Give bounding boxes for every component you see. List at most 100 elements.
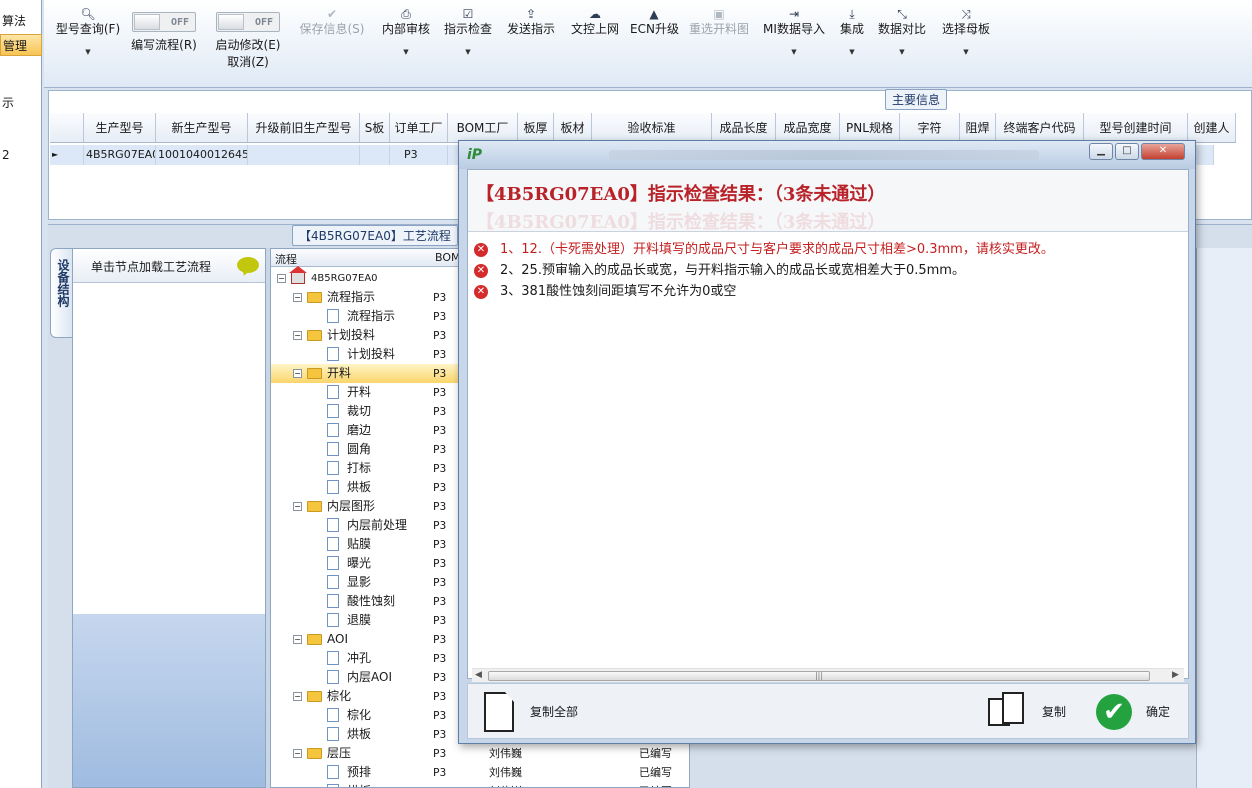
document-icon — [327, 670, 339, 684]
tree-node[interactable]: 预排 P3 刘伟巍 已编写 — [271, 763, 689, 782]
col-product-width[interactable]: 成品宽度 — [776, 113, 840, 142]
folder-icon — [307, 330, 322, 341]
cell-old-production-model[interactable] — [248, 145, 360, 165]
internal-review-button[interactable]: ⎙ 内部审核 ▼ — [378, 6, 434, 60]
col-s-board[interactable]: S板 — [360, 113, 390, 142]
scroll-left-arrow-icon[interactable]: ◀ — [475, 670, 482, 680]
select-all-corner[interactable] — [50, 113, 84, 142]
col-product-length[interactable]: 成品长度 — [712, 113, 776, 142]
document-icon — [327, 347, 339, 361]
nav-item-2[interactable]: 2 — [0, 144, 42, 166]
tree-node-label: 烘板 — [347, 782, 371, 787]
tree-node-bom: P3 — [433, 671, 447, 684]
write-process-toggle[interactable]: OFF 编写流程(R) — [128, 12, 200, 53]
document-icon — [327, 613, 339, 627]
maximize-button[interactable]: □ — [1115, 143, 1139, 160]
col-production-model[interactable]: 生产型号 — [84, 113, 156, 142]
mi-data-import-button[interactable]: ⇥ MI数据导入 ▼ — [760, 6, 828, 60]
collapse-toggle-icon[interactable]: − — [293, 635, 302, 644]
col-creator[interactable]: 创建人 — [1188, 113, 1236, 142]
nav-item-algorithm[interactable]: 算法 — [0, 10, 42, 32]
dropdown-caret-icon[interactable]: ▼ — [876, 45, 928, 60]
error-icon: ✕ — [474, 285, 488, 299]
doc-control-online-button[interactable]: ☁ 文控上网 — [566, 6, 624, 37]
dialog-titlebar[interactable]: iP ▁ □ ✕ — [459, 141, 1195, 169]
collapse-toggle-icon[interactable]: − — [293, 293, 302, 302]
error-item[interactable]: ✕ 1、12.（卡死需处理）开料填写的成品尺寸与客户要求的成品尺寸相差>0.3mm… — [472, 240, 1184, 260]
ecn-upgrade-button[interactable]: ▲ ECN升级 — [630, 6, 679, 37]
document-icon — [327, 442, 339, 456]
tree-node-bom: P3 — [433, 386, 447, 399]
dropdown-caret-icon[interactable]: ▼ — [834, 45, 870, 60]
col-board-thickness[interactable]: 板厚 — [518, 113, 554, 142]
dropdown-caret-icon[interactable]: ▼ — [440, 45, 496, 60]
tree-node-label: 计划投料 — [347, 347, 396, 361]
dropdown-caret-icon[interactable]: ▼ — [760, 45, 828, 60]
collapse-toggle-icon[interactable]: − — [293, 749, 302, 758]
document-icon — [327, 537, 339, 551]
dropdown-caret-icon[interactable]: ▼ — [938, 45, 994, 60]
col-pnl-spec[interactable]: PNL规格 — [840, 113, 900, 142]
reselect-cutting-image-button[interactable]: ▣ 重选开料图 — [686, 6, 752, 37]
ok-button[interactable]: ✔ 确定 — [1096, 684, 1180, 740]
document-icon — [327, 651, 339, 665]
integrate-button[interactable]: ⤓ 集成 ▼ — [834, 6, 870, 60]
col-solder-mask[interactable]: 阻焊 — [960, 113, 996, 142]
tree-node-label: 流程指示 — [327, 290, 376, 304]
main-info-header: 生产型号 新生产型号 升级前旧生产型号 S板 订单工厂 BOM工厂 板厚 板材 … — [50, 113, 1236, 143]
data-compare-button[interactable]: ⤡ 数据对比 ▼ — [876, 6, 928, 60]
cancel-button[interactable]: 取消(Z) — [212, 55, 284, 70]
tree-node[interactable]: − 层压 P3 刘伟巍 已编写 — [271, 744, 689, 763]
minimize-button[interactable]: ▁ — [1089, 143, 1113, 160]
col-end-customer-code[interactable]: 终端客户代码 — [996, 113, 1084, 142]
col-old-production-model[interactable]: 升级前旧生产型号 — [248, 113, 360, 142]
error-item[interactable]: ✕ 2、25.预审输入的成品长或宽，与开料指示输入的成品长或宽相差大于0.5mm。 — [472, 261, 1184, 281]
cell-new-production-model[interactable]: 10010400126454 — [156, 145, 248, 165]
dropdown-caret-icon[interactable]: ▼ — [378, 45, 434, 60]
close-button[interactable]: ✕ — [1141, 143, 1185, 160]
col-board-material[interactable]: 板材 — [554, 113, 592, 142]
col-acceptance-standard[interactable]: 验收标准 — [592, 113, 712, 142]
tree-node-bom: P3 — [433, 462, 447, 475]
col-new-production-model[interactable]: 新生产型号 — [156, 113, 248, 142]
copy-all-button[interactable]: 复制全部 — [482, 684, 592, 740]
send-instruction-button[interactable]: ⇪ 发送指示 — [502, 6, 560, 37]
upload-icon: ⇪ — [525, 7, 537, 21]
document-icon — [327, 385, 339, 399]
error-icon: ✕ — [474, 264, 488, 278]
scroll-thumb[interactable]: ||| — [488, 671, 1150, 681]
document-icon — [327, 556, 339, 570]
select-motherboard-button[interactable]: ⤨ 选择母板 ▼ — [938, 6, 994, 60]
write-process-switch[interactable]: OFF — [132, 12, 196, 32]
col-model-create-time[interactable]: 型号创建时间 — [1084, 113, 1188, 142]
collapse-toggle-icon[interactable]: − — [293, 502, 302, 511]
start-modify-switch[interactable]: OFF — [216, 12, 280, 32]
nav-item-management[interactable]: 管理 — [0, 34, 42, 56]
save-info-button[interactable]: ✔ 保存信息(S) — [296, 6, 368, 37]
col-bom-factory[interactable]: BOM工厂 — [448, 113, 518, 142]
cell-production-model[interactable]: 4B5RG07EA0 — [84, 145, 156, 165]
cell-order-factory[interactable]: P3 — [390, 145, 448, 165]
tree-node-bom: P3 — [433, 443, 447, 456]
collapse-toggle-icon[interactable]: − — [277, 274, 286, 283]
col-character[interactable]: 字符 — [900, 113, 960, 142]
model-query-button[interactable]: 🔍︎ 型号查询(F) ▼ — [52, 6, 124, 60]
folder-icon — [307, 691, 322, 702]
col-order-factory[interactable]: 订单工厂 — [390, 113, 448, 142]
collapse-toggle-icon[interactable]: − — [293, 692, 302, 701]
tab-equipment-structure[interactable]: 设备结构 — [50, 248, 72, 338]
dropdown-caret-icon[interactable]: ▼ — [52, 45, 124, 60]
start-modify-toggle[interactable]: OFF 启动修改(E) 取消(Z) — [212, 12, 284, 70]
horizontal-scrollbar[interactable]: ◀ ||| ▶ — [472, 668, 1184, 682]
tree-node[interactable]: 烘板 P3 刘伟巍 已编写 — [271, 782, 689, 787]
instruction-check-button[interactable]: ☑ 指示检查 ▼ — [440, 6, 496, 60]
collapse-toggle-icon[interactable]: − — [293, 331, 302, 340]
error-item[interactable]: ✕ 3、381酸性蚀刻间距填写不允许为0或空 — [472, 282, 1184, 302]
nav-item-instruction[interactable]: 示 — [0, 92, 42, 114]
node-panel-header: 单击节点加载工艺流程 — [73, 249, 265, 283]
blurred-title — [609, 150, 1039, 160]
collapse-toggle-icon[interactable]: − — [293, 369, 302, 378]
cell-s-board[interactable] — [360, 145, 390, 165]
copy-button[interactable]: 复制 — [988, 684, 1078, 740]
scroll-right-arrow-icon[interactable]: ▶ — [1172, 670, 1179, 680]
